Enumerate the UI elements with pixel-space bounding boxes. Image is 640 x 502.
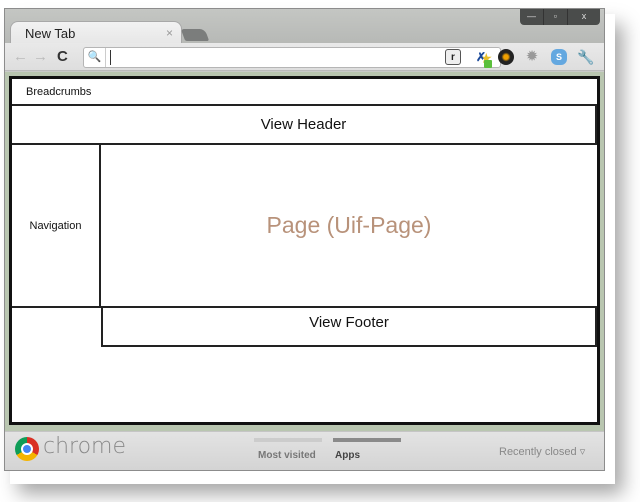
search-icon: 🔍	[84, 48, 106, 67]
view-footer-region: View Footer	[101, 308, 597, 347]
tab-indicator	[333, 438, 401, 442]
chrome-logo-icon	[15, 437, 39, 461]
tab-most-visited[interactable]: Most visited	[254, 438, 324, 466]
view-header-region: View Header	[12, 106, 597, 145]
extension-badge	[484, 60, 492, 68]
omnibox[interactable]: 🔍 ★	[83, 47, 501, 68]
close-tab-icon[interactable]: ×	[166, 26, 173, 40]
color-wheel-extension-icon[interactable]	[498, 49, 514, 65]
tab-indicator	[254, 438, 322, 442]
tab-strip: New Tab × — ▫ x	[5, 9, 604, 45]
wrench-menu-icon[interactable]: 🔧	[577, 49, 594, 65]
reload-icon[interactable]: C	[57, 48, 68, 65]
gear-extension-icon[interactable]: ✹	[524, 49, 540, 65]
maximize-button[interactable]: ▫	[544, 9, 568, 25]
page-content-area: Breadcrumbs View Header Navigation Page …	[5, 72, 604, 431]
tab-title: New Tab	[25, 26, 76, 41]
new-tab-button[interactable]	[180, 29, 210, 41]
breadcrumbs-region: Breadcrumbs	[12, 79, 597, 106]
close-window-button[interactable]: x	[568, 9, 600, 25]
tab-apps[interactable]: Apps	[333, 438, 403, 466]
page-region: Page (Uif-Page)	[101, 145, 597, 308]
tab-label: Most visited	[258, 450, 316, 461]
skype-extension-icon[interactable]: S	[551, 49, 567, 65]
browser-window: New Tab × — ▫ x ← → C 🔍 ★ r ✗ ✹ S 🔧 Brea…	[4, 8, 605, 471]
back-arrow-icon[interactable]: ←	[13, 48, 28, 65]
recently-closed-menu[interactable]: Recently closed ▿	[499, 445, 585, 458]
forward-arrow-icon[interactable]: →	[33, 48, 48, 65]
tab-label: Apps	[335, 450, 360, 461]
new-tab-bottom-bar: chrome Most visited Apps Recently closed…	[5, 431, 604, 470]
navigation-region: Navigation	[12, 145, 101, 308]
chrome-wordmark: chrome	[43, 434, 127, 459]
browser-toolbar: ← → C 🔍 ★ r ✗ ✹ S 🔧	[5, 43, 604, 71]
address-input[interactable]	[110, 50, 490, 65]
tab-new-tab[interactable]: New Tab ×	[10, 21, 182, 45]
calendar-extension-icon[interactable]: r	[445, 49, 461, 65]
layout-frame: Breadcrumbs View Header Navigation Page …	[9, 76, 600, 425]
person-extension-icon[interactable]: ✗	[473, 49, 492, 68]
minimize-button[interactable]: —	[520, 9, 544, 25]
window-controls: — ▫ x	[520, 9, 600, 25]
